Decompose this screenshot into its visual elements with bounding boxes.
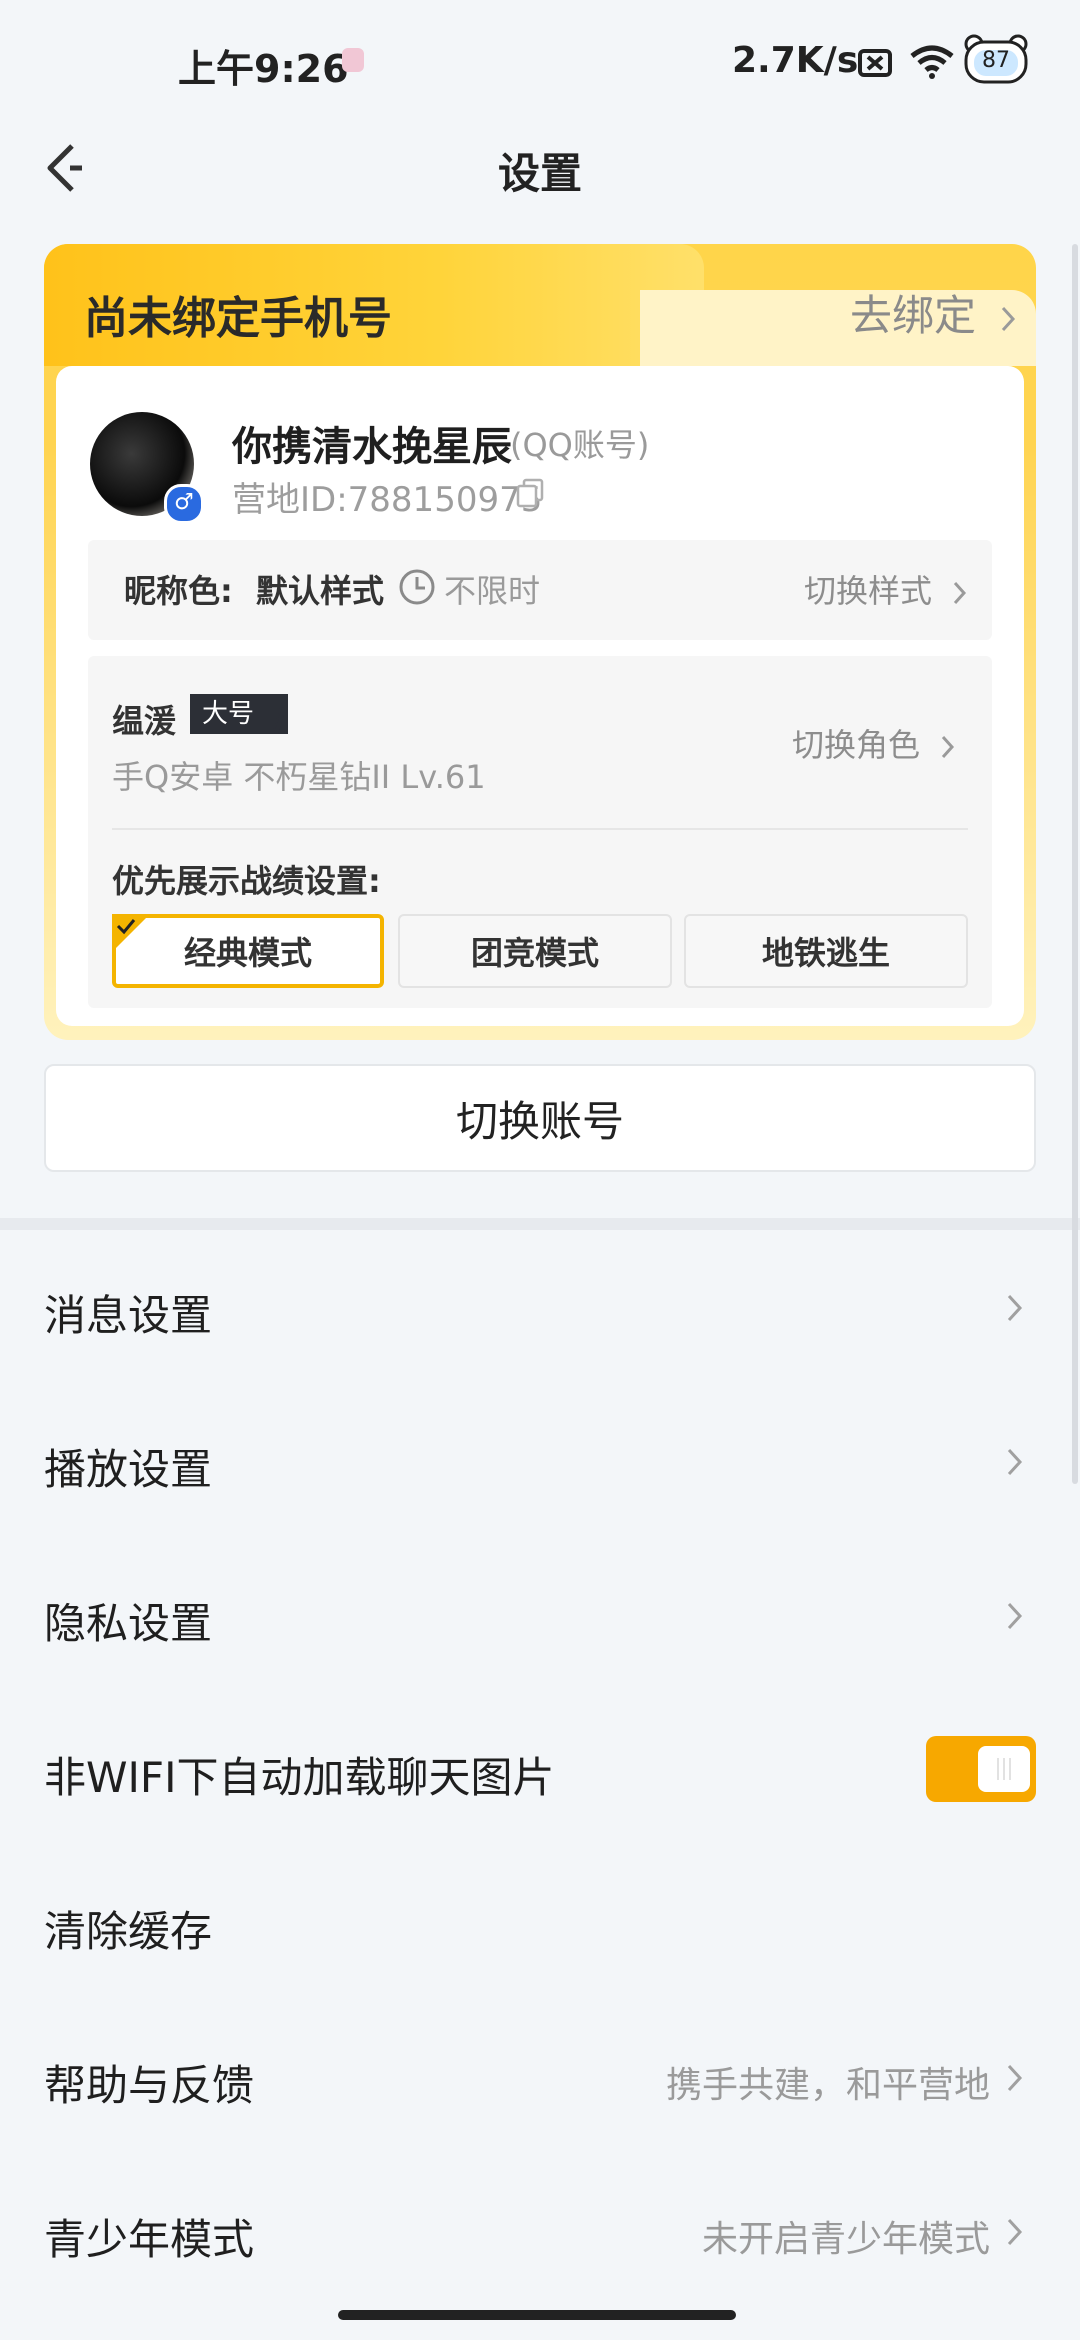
role-name: 缊湲 [112, 702, 177, 740]
section-separator [0, 1218, 1080, 1230]
check-icon [112, 914, 150, 952]
mode-classic-button[interactable]: 经典模式 [112, 914, 384, 988]
chevron-right-icon [1007, 1294, 1023, 1322]
battery-level: 87 [982, 48, 1010, 73]
scrollbar[interactable] [1072, 244, 1078, 1484]
page-title: 设置 [497, 149, 582, 198]
sim-off-icon [858, 49, 892, 77]
menu-item-help-feedback[interactable]: 帮助与反馈 携手共建，和平营地 [0, 2000, 1080, 2154]
copy-icon[interactable] [516, 478, 544, 508]
bind-phone-button[interactable]: 去绑定 [850, 282, 1017, 343]
switch-role-label: 切换角色 [792, 726, 921, 764]
menu-item-playback-settings[interactable]: 播放设置 [0, 1384, 1080, 1538]
switch-style-label: 切换样式 [804, 572, 933, 610]
switch-style-button[interactable]: 切换样式 [804, 566, 968, 612]
account-type: (QQ账号) [510, 426, 650, 464]
menu-item-teen-mode[interactable]: 青少年模式 未开启青少年模式 [0, 2154, 1080, 2308]
chevron-right-icon [1007, 2218, 1023, 2246]
menu-hint: 未开启青少年模式 [701, 2219, 990, 2260]
switch-role-button[interactable]: 切换角色 [792, 720, 956, 766]
male-icon: ♂ [164, 484, 204, 524]
home-indicator[interactable] [338, 2310, 736, 2320]
menu-label: 非WIFI下自动加载聊天图片 [44, 1753, 555, 1802]
network-speed: 2.7K/s [732, 40, 859, 81]
role-info: 手Q安卓 不朽星钻II Lv.61 [112, 758, 486, 796]
bind-phone-title: 尚未绑定手机号 [84, 293, 392, 344]
switch-account-button[interactable]: 切换账号 [44, 1064, 1036, 1172]
menu-item-message-settings[interactable]: 消息设置 [0, 1230, 1080, 1384]
nickname-color-label: 昵称色: [124, 572, 233, 610]
menu-item-clear-cache[interactable]: 清除缓存 [0, 1846, 1080, 2000]
nickname-color-duration: 不限时 [444, 572, 541, 610]
menu-hint: 携手共建，和平营地 [665, 2065, 990, 2106]
mode-team-button[interactable]: 团竞模式 [398, 914, 672, 988]
toggle-knob [978, 1746, 1030, 1792]
divider [112, 828, 968, 830]
camp-id: 营地ID:788150975 [232, 480, 543, 520]
status-time: 上午9:26 [178, 47, 349, 91]
record-setting-label: 优先展示战绩设置: [112, 862, 381, 900]
chevron-right-icon [942, 735, 955, 759]
chevron-right-icon [1007, 2064, 1023, 2092]
menu-item-privacy-settings[interactable]: 隐私设置 [0, 1538, 1080, 1692]
menu-label: 清除缓存 [44, 1907, 213, 1956]
bind-phone-label: 去绑定 [850, 291, 977, 340]
chevron-right-icon [1007, 1602, 1023, 1630]
menu-item-auto-load-images: 非WIFI下自动加载聊天图片 [0, 1692, 1080, 1846]
mode-metro-button[interactable]: 地铁逃生 [684, 914, 968, 988]
chevron-right-icon [954, 581, 967, 605]
menu-label: 隐私设置 [44, 1599, 213, 1648]
menu-label: 青少年模式 [44, 2215, 255, 2264]
chevron-right-icon [1002, 306, 1016, 331]
nickname-color-value: 默认样式 [256, 572, 385, 610]
notification-icon [342, 48, 364, 72]
toggle-grip-icon [997, 1758, 1011, 1780]
wifi-icon [910, 45, 954, 79]
menu-label: 帮助与反馈 [44, 2061, 255, 2110]
menu-label: 消息设置 [44, 1291, 213, 1340]
nickname: 你携清水挽星辰 [232, 424, 512, 470]
tag-stripe [262, 694, 284, 734]
menu-label: 播放设置 [44, 1445, 213, 1494]
chevron-right-icon [1007, 1448, 1023, 1476]
clock-icon [399, 569, 435, 605]
